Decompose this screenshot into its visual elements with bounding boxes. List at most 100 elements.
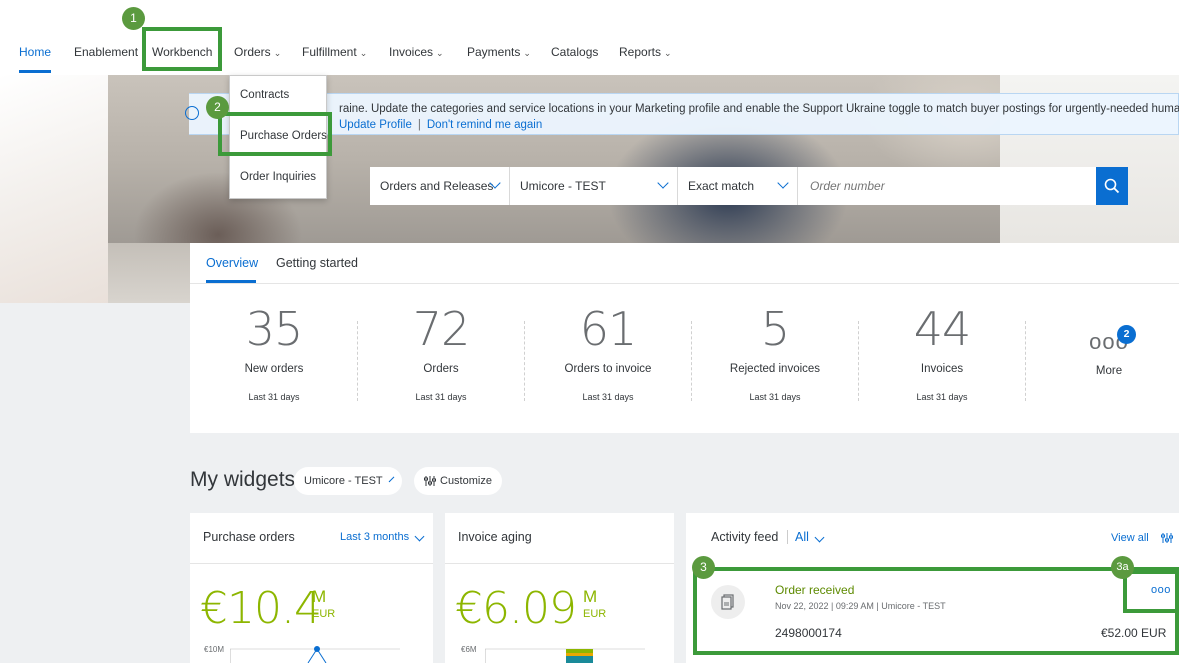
chevron-down-icon [777, 177, 789, 189]
tile-period: Last 31 days [582, 392, 634, 402]
value-unit: M [312, 587, 327, 606]
tile-invoices[interactable]: 44 Invoices Last 31 days [858, 303, 1026, 402]
menu-item-contracts[interactable]: Contracts [240, 89, 289, 101]
chevron-down-icon: ⌄ [359, 48, 368, 58]
widget-title: Purchase orders [203, 530, 295, 544]
nav-active-indicator [19, 70, 51, 73]
more-count-badge: 2 [1117, 325, 1136, 344]
axis-label: €10M [204, 645, 225, 654]
chevron-down-icon [414, 531, 425, 542]
chart-bar-segment [566, 649, 593, 653]
value-currency: EUR [312, 608, 336, 620]
search-button[interactable] [1096, 167, 1128, 205]
nav-reports[interactable]: Reports ⌄ [619, 45, 672, 59]
chart-bar-segment [566, 656, 593, 663]
nav-fulfillment[interactable]: Fulfillment ⌄ [302, 45, 367, 59]
customize-button[interactable]: Customize [414, 467, 502, 495]
invoice-aging-chart [485, 648, 645, 663]
nav-catalogs[interactable]: Catalogs [551, 45, 598, 59]
tile-label: More [1095, 365, 1123, 377]
highlight-purchase-orders [218, 112, 332, 156]
highlight-workbench [142, 27, 222, 71]
chart-bar-segment [566, 653, 593, 656]
nav-invoices-label: Invoices [389, 45, 434, 59]
period-select[interactable]: Last 3 months [340, 531, 425, 543]
tile-label: Invoices [920, 363, 964, 375]
info-icon [185, 106, 199, 120]
more-icon: ooo [1089, 329, 1129, 354]
invoice-aging-widget: Invoice aging €6.09 M EUR €6M [445, 513, 674, 663]
purchase-orders-value: €10.4 [200, 583, 322, 634]
search-type-select[interactable]: Orders and Releases [370, 167, 510, 205]
chart-line [316, 648, 327, 663]
tile-rejected-invoices[interactable]: 5 Rejected invoices Last 31 days [691, 303, 859, 402]
tile-label: New orders [244, 363, 304, 375]
tile-new-orders[interactable]: 35 New orders Last 31 days [190, 303, 358, 402]
tile-period: Last 31 days [916, 392, 968, 402]
menu-item-order-inquiries[interactable]: Order Inquiries [240, 171, 316, 183]
widgets-customer-select[interactable]: Umicore - TEST [294, 467, 402, 495]
nav-payments[interactable]: Payments ⌄ [467, 45, 531, 59]
tile-orders-to-invoice[interactable]: 61 Orders to invoice Last 31 days [524, 303, 692, 402]
tile-label: Rejected invoices [729, 363, 821, 375]
title-separator [787, 530, 788, 544]
nav-orders[interactable]: Orders ⌄ [234, 45, 281, 59]
dont-remind-link[interactable]: Don't remind me again [427, 119, 542, 131]
nav-home[interactable]: Home [19, 45, 51, 59]
highlight-activity-item [693, 567, 1179, 655]
nav-invoices[interactable]: Invoices ⌄ [389, 45, 444, 59]
chevron-down-icon: ⌄ [523, 48, 531, 58]
chevron-down-icon: ⌄ [273, 48, 282, 58]
chevron-down-icon: ⌄ [664, 48, 672, 58]
widget-title: Activity feed [711, 530, 779, 544]
order-number-input[interactable] [798, 167, 1096, 205]
chevron-down-icon [388, 476, 395, 482]
overview-card: Overview Getting started 35 New orders L… [190, 243, 1179, 433]
banner-actions: Update Profile | Don't remind me again [339, 117, 542, 133]
tile-period: Last 31 days [749, 392, 801, 402]
tile-value: 35 [245, 302, 304, 356]
purchase-orders-chart [230, 646, 400, 663]
filter-value: All [795, 530, 809, 544]
tile-label: Orders to invoice [564, 363, 652, 375]
tile-value: 61 [579, 302, 638, 356]
widget-header-divider [445, 563, 674, 564]
tile-orders[interactable]: 72 Orders Last 31 days [357, 303, 525, 402]
tab-overview[interactable]: Overview [206, 256, 258, 270]
widget-header-divider [190, 563, 433, 564]
nav-fulfillment-label: Fulfillment [302, 45, 357, 59]
search-match-select[interactable]: Exact match [678, 167, 798, 205]
update-profile-link[interactable]: Update Profile [339, 119, 412, 131]
chevron-down-icon [814, 532, 825, 543]
value-currency: EUR [583, 608, 607, 620]
view-all-link[interactable]: View all [1111, 532, 1149, 544]
customize-label: Customize [440, 475, 492, 487]
tile-label: Orders [423, 363, 459, 375]
tile-value: 44 [913, 302, 972, 356]
tab-getting-started[interactable]: Getting started [276, 256, 358, 270]
tile-period: Last 31 days [248, 392, 300, 402]
settings-sliders-icon[interactable] [1161, 532, 1173, 544]
highlight-overflow-menu [1123, 570, 1179, 613]
search-icon [1104, 178, 1120, 194]
invoice-aging-value: €6.09 [455, 583, 577, 634]
step-badge-3a: 3a [1111, 556, 1134, 579]
nav-enablement[interactable]: Enablement [74, 45, 138, 59]
activity-filter-select[interactable]: All [795, 530, 825, 544]
step-badge-1: 1 [122, 7, 145, 30]
chevron-down-icon: ⌄ [436, 48, 444, 58]
search-match-value: Exact match [688, 179, 755, 193]
tile-more[interactable]: ooo More [1025, 329, 1179, 378]
period-value: Last 3 months [340, 531, 410, 543]
tile-value: 72 [412, 302, 471, 356]
step-badge-3: 3 [692, 556, 715, 579]
widgets-customer-value: Umicore - TEST [304, 475, 383, 487]
search-bar: Orders and Releases Umicore - TEST Exact… [370, 167, 1128, 205]
banner-separator: | [417, 119, 421, 131]
search-customer-select[interactable]: Umicore - TEST [510, 167, 678, 205]
nav-payments-label: Payments [467, 45, 521, 59]
value-unit: M [583, 587, 598, 606]
nav-orders-label: Orders [234, 45, 271, 59]
tile-period: Last 31 days [415, 392, 467, 402]
nav-reports-label: Reports [619, 45, 662, 59]
